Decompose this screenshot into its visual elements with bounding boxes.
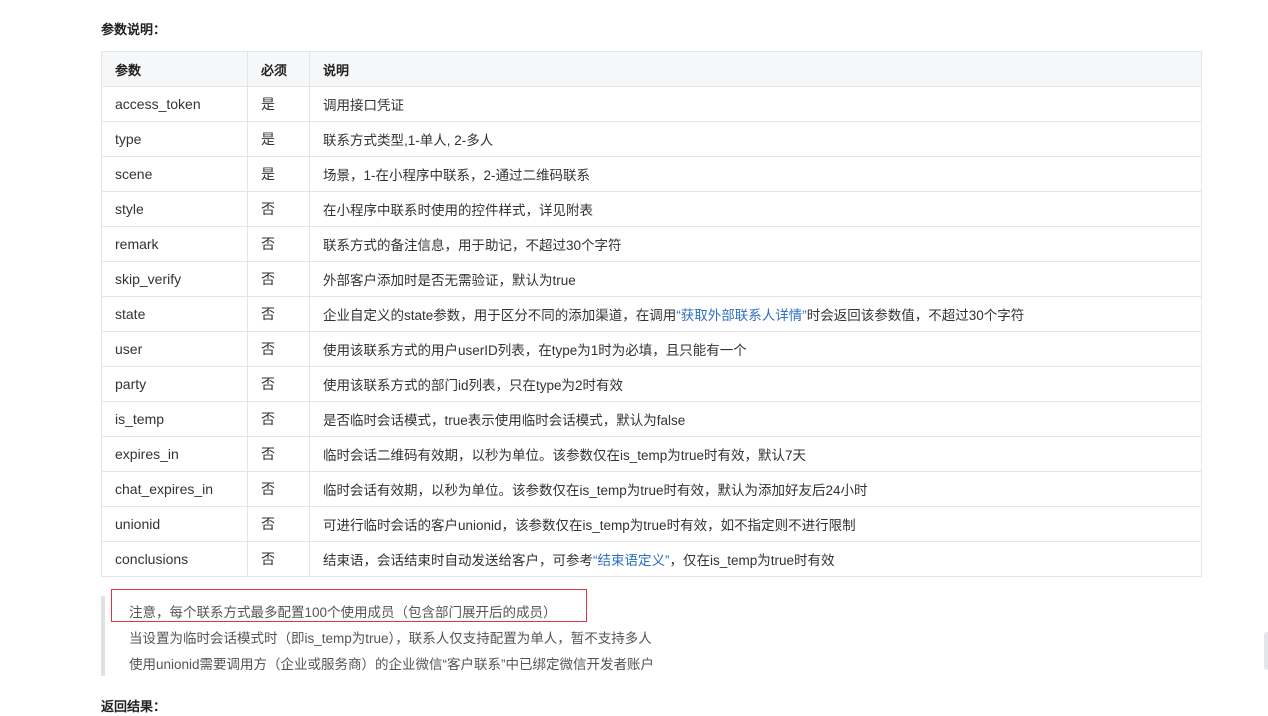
param-name: skip_verify [101,261,248,297]
param-name: scene [101,156,248,192]
desc-text: 结束语，会话结束时自动发送给客户，可参考 [323,553,593,568]
param-required: 是 [247,121,310,157]
param-desc: 联系方式类型,1-单人, 2-多人 [309,121,1202,157]
get-external-contact-detail-link[interactable]: “获取外部联系人详情” [676,308,807,323]
param-required: 否 [247,471,310,507]
table-row: user 否 使用该联系方式的用户userID列表，在type为1时为必填，且只… [101,331,1202,367]
table-row: remark 否 联系方式的备注信息，用于助记，不超过30个字符 [101,226,1202,262]
table-row: unionid 否 可进行临时会话的客户unionid，该参数仅在is_temp… [101,506,1202,542]
param-desc: 使用该联系方式的用户userID列表，在type为1时为必填，且只能有一个 [309,331,1202,367]
table-row: conclusions 否 结束语，会话结束时自动发送给客户，可参考“结束语定义… [101,541,1202,577]
table-row: is_temp 否 是否临时会话模式，true表示使用临时会话模式，默认为fal… [101,401,1202,437]
table-row: expires_in 否 临时会话二维码有效期，以秒为单位。该参数仅在is_te… [101,436,1202,472]
param-required: 否 [247,331,310,367]
param-desc: 企业自定义的state参数，用于区分不同的添加渠道，在调用“获取外部联系人详情”… [309,296,1202,332]
param-name: type [101,121,248,157]
header-required: 必须 [247,51,310,87]
param-desc: 可进行临时会话的客户unionid，该参数仅在is_temp为true时有效，如… [309,506,1202,542]
table-row: chat_expires_in 否 临时会话有效期，以秒为单位。该参数仅在is_… [101,471,1202,507]
param-name: unionid [101,506,248,542]
note-line: 当设置为临时会话模式时（即is_temp为true），联系人仅支持配置为单人，暂… [129,631,652,646]
param-name: chat_expires_in [101,471,248,507]
table-row: style 否 在小程序中联系时使用的控件样式，详见附表 [101,191,1202,227]
params-table: 参数 必须 说明 access_token 是 调用接口凭证 type 是 联系… [101,51,1202,577]
param-desc: 临时会话二维码有效期，以秒为单位。该参数仅在is_temp为true时有效，默认… [309,436,1202,472]
param-desc: 外部客户添加时是否无需验证，默认为true [309,261,1202,297]
highlight-annotation-box [111,589,587,622]
param-required: 否 [247,506,310,542]
header-param: 参数 [101,51,248,87]
param-required: 是 [247,156,310,192]
param-name: conclusions [101,541,248,577]
param-name: remark [101,226,248,262]
param-desc: 场景，1-在小程序中联系，2-通过二维码联系 [309,156,1202,192]
param-name: access_token [101,86,248,122]
table-row: skip_verify 否 外部客户添加时是否无需验证，默认为true [101,261,1202,297]
param-desc: 联系方式的备注信息，用于助记，不超过30个字符 [309,226,1202,262]
desc-text: ，仅在is_temp为true时有效 [669,553,835,568]
param-required: 否 [247,261,310,297]
param-name: style [101,191,248,227]
table-row: state 否 企业自定义的state参数，用于区分不同的添加渠道，在调用“获取… [101,296,1202,332]
param-desc: 是否临时会话模式，true表示使用临时会话模式，默认为false [309,401,1202,437]
param-name: party [101,366,248,402]
param-desc: 在小程序中联系时使用的控件样式，详见附表 [309,191,1202,227]
header-description: 说明 [309,51,1202,87]
param-required: 是 [247,86,310,122]
param-required: 否 [247,296,310,332]
param-desc: 临时会话有效期，以秒为单位。该参数仅在is_temp为true时有效，默认为添加… [309,471,1202,507]
conclusions-definition-link[interactable]: “结束语定义” [593,553,670,568]
param-desc: 使用该联系方式的部门id列表，只在type为2时有效 [309,366,1202,402]
table-row: party 否 使用该联系方式的部门id列表，只在type为2时有效 [101,366,1202,402]
table-row: access_token 是 调用接口凭证 [101,86,1202,122]
param-desc: 调用接口凭证 [309,86,1202,122]
param-required: 否 [247,226,310,262]
table-row: scene 是 场景，1-在小程序中联系，2-通过二维码联系 [101,156,1202,192]
param-name: user [101,331,248,367]
param-desc: 结束语，会话结束时自动发送给客户，可参考“结束语定义”，仅在is_temp为tr… [309,541,1202,577]
note-line: 使用unionid需要调用方（企业或服务商）的企业微信“客户联系”中已绑定微信开… [129,657,655,672]
param-required: 否 [247,401,310,437]
param-required: 否 [247,541,310,577]
param-required: 否 [247,436,310,472]
desc-text: 企业自定义的state参数，用于区分不同的添加渠道，在调用 [323,308,677,323]
table-row: type 是 联系方式类型,1-单人, 2-多人 [101,121,1202,157]
param-name: is_temp [101,401,248,437]
param-required: 否 [247,366,310,402]
param-name: expires_in [101,436,248,472]
desc-text: 时会返回该参数值，不超过30个字符 [806,308,1025,323]
param-name: state [101,296,248,332]
params-section-title: 参数说明： [101,22,167,37]
table-header-row: 参数 必须 说明 [101,51,1202,87]
return-section-title: 返回结果： [101,699,167,714]
doc-page: 参数说明： 参数 必须 说明 access_token 是 调用接口凭证 typ… [0,0,1268,716]
param-required: 否 [247,191,310,227]
side-scroll-tab[interactable] [1264,632,1268,670]
